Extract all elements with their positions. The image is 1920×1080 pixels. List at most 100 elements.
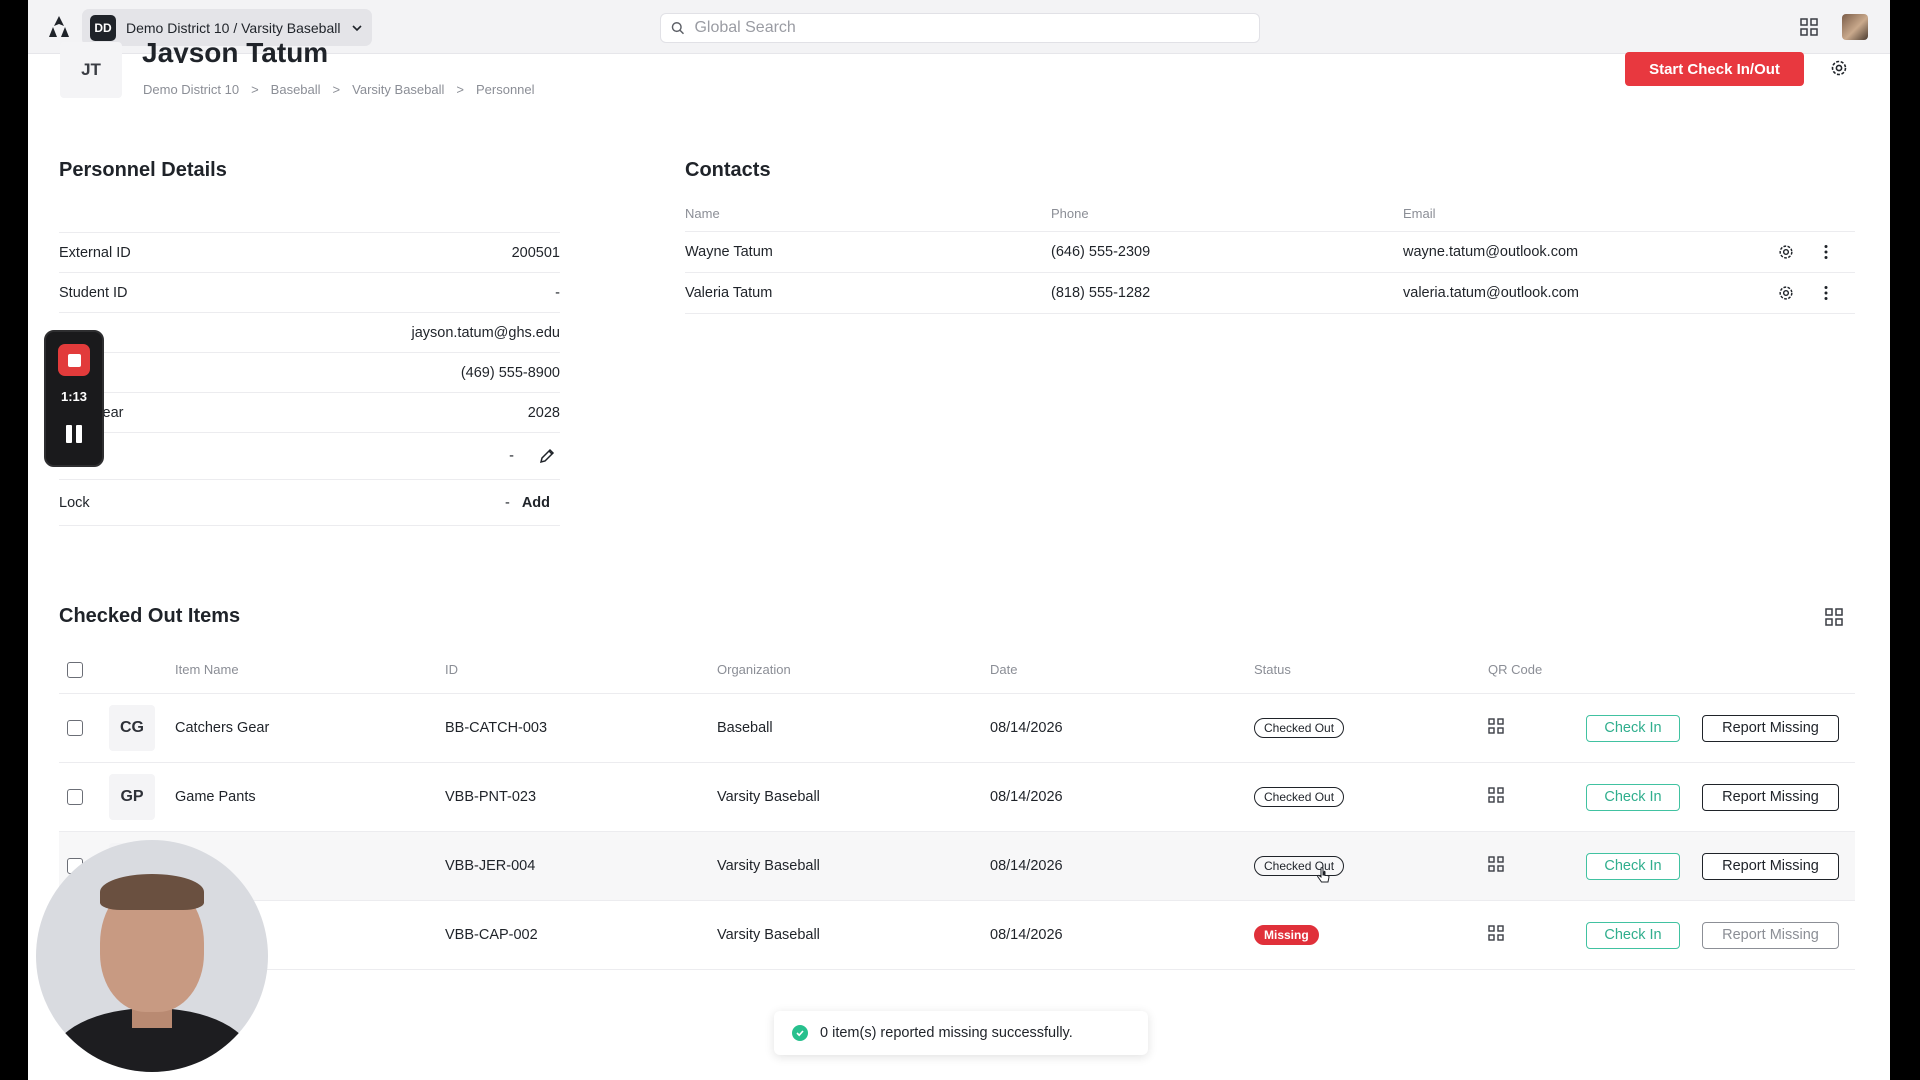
item-date: 08/14/2026: [990, 927, 1063, 943]
pointer-cursor-icon: [1317, 867, 1330, 883]
pause-icon[interactable]: [66, 425, 82, 443]
item-thumbnail: GP: [109, 774, 155, 820]
more-vertical-icon[interactable]: [1817, 284, 1835, 302]
qr-code-icon[interactable]: [1488, 856, 1504, 872]
qr-code-icon[interactable]: [1488, 787, 1504, 803]
global-search[interactable]: [660, 13, 1260, 43]
detail-row-graduation-year: ation Year 2028: [59, 392, 560, 432]
item-organization: Baseball: [717, 720, 773, 736]
more-vertical-icon[interactable]: [1817, 243, 1835, 261]
detail-row-editable: -: [59, 432, 560, 479]
gear-icon[interactable]: [1777, 284, 1795, 302]
personnel-details-list: External ID 200501 Student ID - jayson.t…: [59, 232, 560, 526]
success-toast: 0 item(s) reported missing successfully.: [774, 1011, 1148, 1055]
detail-label: Student ID: [59, 284, 128, 301]
item-organization: Varsity Baseball: [717, 789, 820, 805]
detail-label: Lock: [59, 494, 90, 511]
check-in-button[interactable]: Check In: [1586, 852, 1680, 880]
person-initials-avatar: JT: [60, 42, 122, 98]
column-header-name: Name: [685, 206, 720, 221]
org-badge: DD: [90, 14, 116, 41]
contact-row: Valeria Tatum (818) 555-1282 valeria.tat…: [685, 273, 1855, 314]
detail-value: -: [504, 494, 510, 511]
qr-code-icon[interactable]: [1488, 718, 1504, 734]
apps-grid-icon[interactable]: [1800, 18, 1818, 36]
contact-phone: (646) 555-2309: [1051, 244, 1151, 260]
check-in-button[interactable]: Check In: [1586, 714, 1680, 742]
contact-email: valeria.tatum@outlook.com: [1403, 285, 1579, 301]
app-window: DD Demo District 10 / Varsity Baseball J…: [28, 0, 1890, 1080]
search-input[interactable]: [694, 19, 1249, 37]
breadcrumb-separator: >: [456, 82, 464, 97]
stop-recording-button[interactable]: [58, 344, 90, 376]
item-thumbnail: CG: [109, 705, 155, 751]
contacts-table: Name Phone Email Wayne Tatum (646) 555-2…: [685, 196, 1855, 314]
item-name: Game Pants: [175, 789, 256, 805]
table-row: CG Catchers Gear BB-CATCH-003 Baseball 0…: [59, 694, 1855, 763]
item-name: Catchers Gear: [175, 720, 270, 736]
breadcrumb-item[interactable]: Demo District 10: [143, 82, 239, 97]
detail-value: -: [509, 448, 514, 464]
breadcrumb-item[interactable]: Baseball: [271, 82, 321, 97]
detail-row-phone: (469) 555-8900: [59, 352, 560, 392]
column-header-date: Date: [990, 662, 1018, 677]
item-date: 08/14/2026: [990, 789, 1063, 805]
detail-row-lock: Lock - Add: [59, 479, 560, 526]
contact-name: Wayne Tatum: [685, 244, 773, 260]
row-checkbox[interactable]: [67, 720, 83, 736]
column-header-item-name: Item Name: [175, 662, 239, 677]
app-logo-icon[interactable]: [48, 15, 70, 39]
contact-name: Valeria Tatum: [685, 285, 773, 301]
start-check-in-out-button[interactable]: Start Check In/Out: [1625, 52, 1804, 86]
check-in-button[interactable]: Check In: [1586, 921, 1680, 949]
checked-out-items-title: Checked Out Items: [59, 605, 241, 627]
contact-email: wayne.tatum@outlook.com: [1403, 244, 1579, 260]
detail-row-student-id: Student ID -: [59, 272, 560, 312]
contacts-title: Contacts: [685, 159, 771, 181]
status-badge: Checked Out: [1254, 787, 1345, 807]
qr-code-icon[interactable]: [1488, 925, 1504, 941]
report-missing-button[interactable]: Report Missing: [1702, 852, 1839, 880]
item-date: 08/14/2026: [990, 858, 1063, 874]
user-avatar[interactable]: [1842, 14, 1868, 40]
item-id: BB-CATCH-003: [445, 720, 548, 736]
breadcrumb-separator: >: [332, 82, 341, 97]
add-lock-link[interactable]: Add: [522, 495, 550, 511]
checked-out-items-table: Item Name ID Organization Date Status QR…: [59, 646, 1855, 970]
detail-label: External ID: [59, 244, 131, 261]
table-row: ersey VBB-JER-004 Varsity Baseball 08/14…: [59, 832, 1855, 901]
row-checkbox[interactable]: [67, 789, 83, 805]
personnel-details-title: Personnel Details: [59, 159, 227, 181]
breadcrumb-item[interactable]: Personnel: [476, 82, 535, 97]
item-id: VBB-PNT-023: [445, 789, 537, 805]
report-missing-button[interactable]: Report Missing: [1702, 783, 1839, 811]
status-badge: Checked Out: [1254, 718, 1345, 738]
detail-value: 200501: [511, 244, 560, 261]
contacts-header-row: Name Phone Email: [685, 196, 1855, 232]
item-organization: Varsity Baseball: [717, 927, 820, 943]
report-missing-button-disabled: Report Missing: [1702, 921, 1839, 949]
contact-phone: (818) 555-1282: [1051, 285, 1151, 301]
item-id: VBB-JER-004: [445, 858, 536, 874]
pencil-icon[interactable]: [538, 447, 556, 465]
detail-value: 2028: [527, 404, 560, 421]
contact-row: Wayne Tatum (646) 555-2309 wayne.tatum@o…: [685, 232, 1855, 273]
gear-icon[interactable]: [1777, 243, 1795, 261]
recording-timer: 1:13: [60, 389, 88, 404]
column-header-id: ID: [445, 662, 458, 677]
qr-grid-icon[interactable]: [1825, 608, 1843, 626]
toast-message: 0 item(s) reported missing successfully.: [820, 1025, 1073, 1041]
breadcrumb: Demo District 10 > Baseball > Varsity Ba…: [143, 82, 535, 97]
webcam-person-hair: [100, 874, 204, 910]
table-row: GP Game Pants VBB-PNT-023 Varsity Baseba…: [59, 763, 1855, 832]
gear-icon[interactable]: [1829, 58, 1849, 78]
item-id: VBB-CAP-002: [445, 927, 538, 943]
report-missing-button[interactable]: Report Missing: [1702, 714, 1839, 742]
select-all-checkbox[interactable]: [67, 661, 83, 678]
items-header-row: Item Name ID Organization Date Status QR…: [59, 646, 1855, 694]
detail-value: -: [555, 284, 560, 301]
status-badge-missing: Missing: [1254, 925, 1319, 945]
check-in-button[interactable]: Check In: [1586, 783, 1680, 811]
breadcrumb-item[interactable]: Varsity Baseball: [352, 82, 444, 97]
item-organization: Varsity Baseball: [717, 858, 820, 874]
